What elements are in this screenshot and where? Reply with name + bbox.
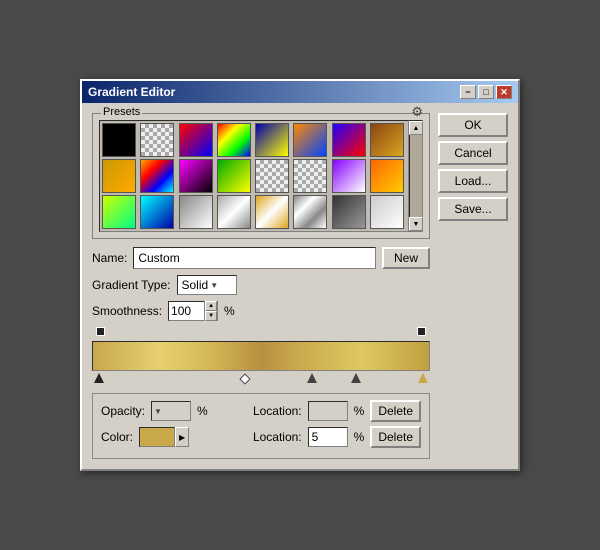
smoothness-increment-button[interactable]: ▲	[205, 301, 217, 311]
color-stop-row: Color: ▶ Location: % Delete	[101, 426, 421, 448]
preset-swatch[interactable]	[179, 159, 213, 193]
preset-swatch[interactable]	[293, 159, 327, 193]
presets-scrollbar: ▲ ▼	[409, 120, 423, 232]
color-delete-button[interactable]: Delete	[370, 426, 421, 448]
gradient-editor-dialog: Gradient Editor − □ ✕ Presets ⚙ ▲ ▼	[80, 79, 520, 471]
preset-swatch[interactable]	[293, 195, 327, 229]
opacity-stop-left[interactable]	[96, 327, 105, 336]
preset-swatch[interactable]	[255, 195, 289, 229]
color-stop-mid2[interactable]	[307, 373, 317, 383]
preset-swatch[interactable]	[255, 159, 289, 193]
opacity-location-unit: %	[354, 404, 365, 418]
preset-swatch[interactable]	[332, 195, 366, 229]
gradient-bar-area	[92, 327, 430, 389]
save-button[interactable]: Save...	[438, 197, 508, 221]
color-stop-mid3[interactable]	[351, 373, 361, 383]
load-button[interactable]: Load...	[438, 169, 508, 193]
preset-swatch[interactable]	[102, 159, 136, 193]
presets-legend: Presets	[101, 106, 142, 118]
presets-gear-icon[interactable]: ⚙	[411, 104, 423, 120]
minimize-button[interactable]: −	[460, 85, 476, 99]
dialog-body: Presets ⚙ ▲ ▼ Name: New	[82, 103, 518, 469]
gradient-type-label: Gradient Type:	[92, 278, 171, 292]
smoothness-label: Smoothness:	[92, 304, 162, 318]
color-preview-swatch[interactable]	[139, 427, 175, 447]
restore-button[interactable]: □	[478, 85, 494, 99]
smoothness-spinner: ▲ ▼	[168, 301, 218, 321]
preset-swatch[interactable]	[255, 123, 289, 157]
scroll-down-button[interactable]: ▼	[409, 217, 423, 231]
cancel-button[interactable]: Cancel	[438, 141, 508, 165]
gradient-type-arrow-icon: ▼	[210, 281, 218, 290]
left-panel: Presets ⚙ ▲ ▼ Name: New	[92, 113, 430, 459]
preset-swatch[interactable]	[217, 159, 251, 193]
opacity-unit: %	[197, 404, 208, 418]
color-stops-row	[92, 373, 430, 389]
gradient-preview-bar[interactable]	[92, 341, 430, 371]
opacity-stop-right[interactable]	[417, 327, 426, 336]
smoothness-unit: %	[224, 304, 235, 318]
name-input[interactable]	[133, 247, 376, 269]
color-picker-area: ▶	[139, 427, 189, 447]
preset-swatch[interactable]	[332, 159, 366, 193]
smoothness-decrement-button[interactable]: ▼	[205, 311, 217, 321]
name-row: Name: New	[92, 247, 430, 269]
opacity-delete-button[interactable]: Delete	[370, 400, 421, 422]
preset-swatch[interactable]	[370, 123, 404, 157]
dialog-title: Gradient Editor	[88, 85, 175, 99]
color-location-label: Location:	[253, 430, 302, 444]
color-stop-mid1[interactable]	[239, 373, 250, 384]
smoothness-input[interactable]	[169, 302, 204, 320]
preset-swatch[interactable]	[140, 195, 174, 229]
opacity-stops-row	[92, 327, 430, 339]
scroll-track[interactable]	[410, 135, 422, 217]
gradient-type-row: Gradient Type: Solid ▼	[92, 275, 430, 295]
color-stop-label: Color:	[101, 430, 133, 444]
scroll-up-button[interactable]: ▲	[409, 121, 423, 135]
name-label: Name:	[92, 251, 127, 265]
color-stop-start[interactable]	[94, 373, 104, 383]
titlebar: Gradient Editor − □ ✕	[82, 81, 518, 103]
color-arrow-button[interactable]: ▶	[175, 427, 189, 447]
presets-group: Presets ⚙ ▲ ▼	[92, 113, 430, 239]
preset-swatch[interactable]	[217, 195, 251, 229]
presets-grid	[99, 120, 409, 232]
color-stop-end[interactable]	[418, 373, 428, 383]
stops-group: Opacity: ▼ % Location: % Delete Color:	[92, 393, 430, 459]
preset-swatch[interactable]	[140, 159, 174, 193]
preset-swatch[interactable]	[102, 123, 136, 157]
gradient-type-select[interactable]: Solid ▼	[177, 275, 237, 295]
preset-swatch[interactable]	[140, 123, 174, 157]
preset-swatch[interactable]	[370, 195, 404, 229]
preset-swatch[interactable]	[370, 159, 404, 193]
preset-swatch[interactable]	[179, 195, 213, 229]
titlebar-buttons: − □ ✕	[460, 85, 512, 99]
smoothness-row: Smoothness: ▲ ▼ %	[92, 301, 430, 321]
color-location-unit: %	[354, 430, 365, 444]
preset-swatch[interactable]	[179, 123, 213, 157]
color-location-input[interactable]	[308, 427, 348, 447]
presets-grid-container: ▲ ▼	[99, 120, 423, 232]
new-button[interactable]: New	[382, 247, 430, 269]
smoothness-spinner-buttons: ▲ ▼	[204, 301, 217, 321]
opacity-location-label: Location:	[253, 404, 302, 418]
right-panel: OK Cancel Load... Save...	[438, 113, 508, 459]
opacity-stop-label: Opacity:	[101, 404, 145, 418]
preset-swatch[interactable]	[293, 123, 327, 157]
gradient-type-value: Solid	[182, 278, 209, 292]
opacity-stop-row: Opacity: ▼ % Location: % Delete	[101, 400, 421, 422]
close-button[interactable]: ✕	[496, 85, 512, 99]
preset-swatch[interactable]	[217, 123, 251, 157]
opacity-dropdown[interactable]: ▼	[151, 401, 191, 421]
opacity-dropdown-arrow-icon: ▼	[154, 407, 162, 416]
ok-button[interactable]: OK	[438, 113, 508, 137]
preset-swatch[interactable]	[102, 195, 136, 229]
preset-swatch[interactable]	[332, 123, 366, 157]
opacity-location-input	[308, 401, 348, 421]
